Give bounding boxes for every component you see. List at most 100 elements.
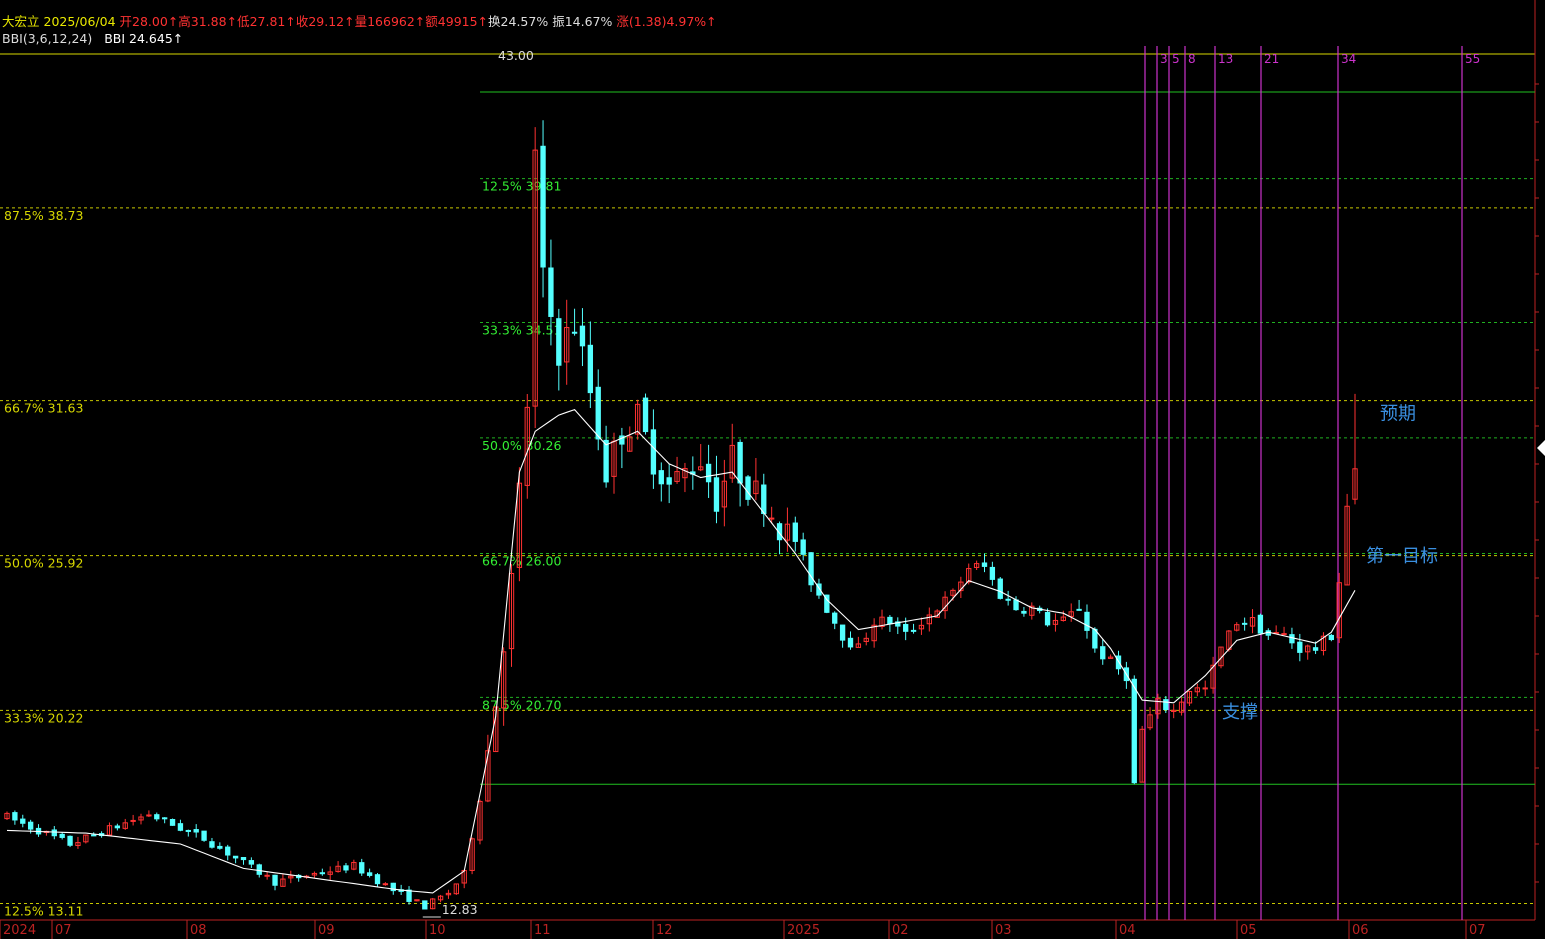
candle-body bbox=[114, 825, 121, 829]
x-axis-label: 09 bbox=[318, 923, 335, 938]
x-axis-label: 11 bbox=[534, 923, 551, 938]
candle-body bbox=[1289, 634, 1295, 644]
bbi-line bbox=[6, 408, 1356, 894]
candle-body bbox=[705, 463, 712, 483]
candle-body bbox=[59, 833, 65, 838]
candle-body bbox=[225, 846, 231, 856]
candle-body bbox=[51, 829, 57, 837]
candle-body bbox=[359, 862, 365, 874]
chart-annotation: 预期 bbox=[1380, 403, 1416, 424]
candle-body bbox=[997, 578, 1003, 599]
x-axis-label: 08 bbox=[190, 923, 207, 938]
candle-body bbox=[240, 857, 247, 861]
candle-body bbox=[548, 267, 554, 317]
x-axis-label: 10 bbox=[429, 923, 446, 938]
x-axis-label: 04 bbox=[1119, 923, 1136, 938]
candle-body bbox=[1013, 599, 1019, 611]
candle-body bbox=[1241, 622, 1248, 625]
time-zone-label: 21 bbox=[1264, 52, 1279, 66]
candle-body bbox=[130, 819, 136, 822]
candle-body bbox=[91, 834, 97, 837]
x-axis-label: 2025 bbox=[787, 923, 820, 938]
candle-body bbox=[177, 823, 184, 831]
candle-body bbox=[650, 429, 657, 475]
fib-left-label: 12.5% 13.11 bbox=[4, 903, 83, 918]
time-zone-label: 3 bbox=[1160, 52, 1168, 66]
fib-right-label: 12.5% 39.81 bbox=[482, 179, 561, 194]
candle-body bbox=[847, 637, 854, 648]
candle-body bbox=[264, 874, 270, 877]
fib-right-label: 33.3% 34.51 bbox=[482, 322, 561, 337]
candle-body bbox=[382, 883, 389, 886]
candle-body bbox=[161, 817, 168, 820]
candle-body bbox=[761, 484, 767, 515]
candle-body bbox=[595, 386, 601, 440]
x-axis-label: 07 bbox=[1469, 923, 1486, 938]
candle-body bbox=[67, 835, 73, 846]
candle-body bbox=[989, 566, 996, 580]
candle-body bbox=[832, 612, 838, 624]
time-zone-label: 55 bbox=[1465, 52, 1480, 66]
candle-body bbox=[902, 624, 909, 632]
candlestick-chart[interactable]: 2024 07 08 09 10 11 12 2025 02 03 04 05 06 07 87.5% 38… bbox=[0, 0, 1545, 939]
candle-body bbox=[193, 829, 199, 833]
candle-body bbox=[1044, 611, 1051, 626]
candle-body bbox=[209, 841, 215, 848]
candle-body bbox=[406, 889, 412, 902]
candle-body bbox=[217, 845, 223, 849]
candle-body bbox=[319, 872, 325, 875]
time-zone-label: 34 bbox=[1341, 52, 1356, 66]
candle-body bbox=[169, 819, 176, 826]
candle-body bbox=[1021, 610, 1027, 614]
candle-body bbox=[1100, 646, 1106, 660]
x-axis-label: 07 bbox=[55, 923, 72, 938]
candle-body bbox=[1257, 614, 1264, 634]
candle-body bbox=[800, 539, 806, 555]
candle-body bbox=[540, 145, 546, 268]
candle-body bbox=[374, 874, 381, 885]
candle-body bbox=[713, 477, 720, 512]
candle-body bbox=[737, 441, 743, 484]
candle-body bbox=[666, 477, 672, 485]
candle-body bbox=[1281, 633, 1287, 636]
fib-left-label: 87.5% 38.73 bbox=[4, 208, 83, 223]
fib-left-label: 33.3% 20.22 bbox=[4, 710, 83, 725]
candle-body bbox=[556, 318, 562, 366]
candle-body bbox=[887, 616, 893, 625]
candle-body bbox=[658, 470, 664, 485]
low-price-label: 12.83 bbox=[442, 902, 478, 917]
candle-body bbox=[1297, 641, 1303, 653]
candle-body bbox=[1202, 687, 1208, 690]
candle-body bbox=[792, 522, 798, 542]
x-axis-label: 05 bbox=[1240, 923, 1257, 938]
candle-body bbox=[12, 812, 18, 821]
candle-body bbox=[579, 325, 586, 347]
candle-body bbox=[808, 552, 814, 586]
fib-left-label: 50.0% 25.92 bbox=[4, 556, 83, 571]
time-zone-label: 8 bbox=[1188, 52, 1196, 66]
candle-body bbox=[1131, 678, 1137, 784]
candle-body bbox=[642, 397, 649, 433]
candle-body bbox=[185, 829, 191, 832]
x-axis-label: 02 bbox=[892, 923, 909, 938]
candle-body bbox=[981, 562, 988, 567]
candle-body bbox=[1084, 611, 1090, 631]
candle-body bbox=[27, 821, 34, 830]
time-zone-label: 13 bbox=[1218, 52, 1233, 66]
candle-body bbox=[232, 855, 239, 859]
fib-right-label: 50.0% 30.26 bbox=[482, 438, 562, 453]
candle-body bbox=[1076, 608, 1082, 611]
candle-body bbox=[1005, 598, 1011, 601]
candle-body bbox=[1312, 647, 1319, 651]
candle-body bbox=[910, 629, 917, 632]
scroll-handle-icon[interactable] bbox=[1537, 440, 1545, 456]
chart-annotation: 第一目标 bbox=[1366, 546, 1438, 567]
fib-left-label: 66.7% 31.63 bbox=[4, 401, 83, 416]
candle-body bbox=[768, 517, 775, 520]
time-zone-label: 5 bbox=[1172, 52, 1180, 66]
candle-body bbox=[201, 830, 207, 841]
candle-body bbox=[20, 818, 26, 824]
x-axis-label: 06 bbox=[1352, 923, 1369, 938]
candle-body bbox=[839, 624, 846, 641]
candle-body bbox=[272, 874, 278, 886]
